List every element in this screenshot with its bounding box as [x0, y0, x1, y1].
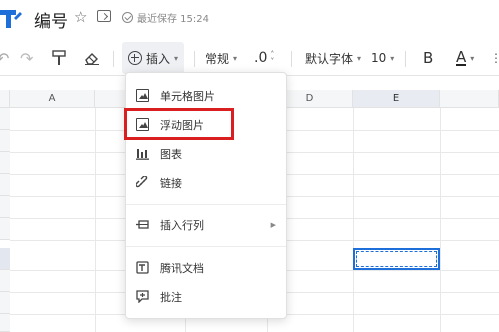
save-status: 最近保存 15:24 [122, 10, 209, 25]
menu-item-insert-row-col[interactable]: 插入行列 ▶ [126, 210, 286, 239]
row-header[interactable] [0, 174, 10, 196]
toolbar-divider [113, 51, 114, 67]
font-color-label: A [456, 48, 467, 66]
row-header[interactable] [0, 130, 10, 152]
insert-menu-button[interactable]: 插入 ▾ [122, 42, 184, 74]
clear-format-icon[interactable] [84, 42, 100, 74]
chevron-down-icon: ▾ [470, 53, 475, 63]
font-size-select[interactable]: 10 ▾ [371, 42, 394, 74]
menu-item-label: 单元格图片 [160, 89, 215, 103]
row-header[interactable] [0, 152, 10, 174]
chevron-down-icon: ▾ [174, 53, 179, 63]
star-icon[interactable]: ☆ [74, 8, 87, 26]
column-header-a[interactable]: A [10, 90, 95, 108]
chevron-down-icon: ▾ [357, 53, 362, 63]
menu-item-link[interactable]: 链接 [126, 168, 286, 197]
menu-item-label: 腾讯文档 [160, 261, 204, 275]
column-header-f[interactable] [440, 90, 499, 108]
decimal-places-control[interactable]: .0 ˄ ˅ [254, 42, 274, 74]
number-format-select[interactable]: 常规 ▾ [205, 42, 237, 74]
document-title[interactable]: 编号 [34, 7, 68, 32]
move-to-folder-icon[interactable] [97, 10, 111, 22]
stepper-icon: ˄ ˅ [270, 50, 275, 66]
row-header[interactable] [0, 292, 10, 314]
column-gridline [353, 108, 354, 332]
insert-row-col-icon [136, 220, 149, 229]
comment-icon [136, 290, 149, 303]
bold-button[interactable]: B [423, 42, 433, 74]
app-logo-icon[interactable] [0, 6, 22, 30]
row-header[interactable] [0, 270, 10, 292]
menu-item-chart[interactable]: 图表 [126, 139, 286, 168]
chevron-down-icon: ▾ [390, 53, 395, 63]
toolbar-divider [194, 51, 195, 67]
row-header[interactable] [0, 108, 10, 130]
insert-label: 插入 [146, 51, 171, 66]
menu-item-tencent-doc[interactable]: 腾讯文档 [126, 253, 286, 282]
menu-item-comment[interactable]: 批注 [126, 282, 286, 311]
selected-cell[interactable] [353, 248, 440, 270]
undo-icon[interactable]: ↶ [0, 42, 9, 74]
save-status-text: 最近保存 15:24 [137, 14, 209, 25]
column-header-e[interactable]: E [353, 90, 440, 108]
title-bar: 编号 ☆ 最近保存 15:24 [0, 0, 499, 38]
row-header-selected[interactable] [0, 248, 10, 270]
row-header[interactable] [0, 314, 10, 332]
image-icon [136, 89, 149, 102]
more-icon[interactable]: ⋮ [490, 42, 499, 74]
column-gridline [440, 108, 441, 332]
menu-divider [126, 204, 286, 205]
link-icon [136, 176, 148, 188]
row-header[interactable] [0, 196, 10, 218]
tencent-doc-icon [136, 261, 149, 274]
row-header[interactable] [0, 218, 10, 240]
font-color-button[interactable]: A ▾ [456, 42, 474, 74]
number-format-label: 常规 [205, 51, 230, 66]
menu-item-label: 链接 [160, 176, 182, 190]
font-family-label: 默认字体 [305, 51, 354, 66]
check-circle-icon [122, 12, 133, 23]
plus-circle-icon [128, 51, 142, 65]
menu-item-label: 图表 [160, 147, 182, 161]
corner-cell[interactable] [0, 90, 10, 108]
toolbar-divider [291, 51, 292, 67]
annotation-highlight-box [124, 108, 234, 140]
chevron-down-icon: ▾ [233, 53, 238, 63]
font-family-select[interactable]: 默认字体 ▾ [305, 42, 361, 74]
chevron-right-icon: ▶ [270, 220, 276, 229]
chart-icon [136, 149, 149, 160]
menu-divider [126, 246, 286, 247]
toolbar-divider [405, 51, 406, 67]
decimal-label: .0 [254, 50, 268, 66]
menu-item-label: 批注 [160, 290, 182, 304]
menu-item-label: 插入行列 [160, 218, 204, 232]
redo-icon[interactable]: ↷ [20, 42, 33, 74]
toolbar: ↶ ↷ 插入 ▾ 常规 ▾ .0 ˄ ˅ 默认字体 ▾ 10 ▾ B A ▾ ⋮ [0, 42, 499, 76]
format-painter-icon[interactable] [52, 42, 66, 74]
font-size-label: 10 [371, 51, 387, 65]
menu-item-cell-image[interactable]: 单元格图片 [126, 81, 286, 110]
column-gridline [95, 108, 96, 332]
